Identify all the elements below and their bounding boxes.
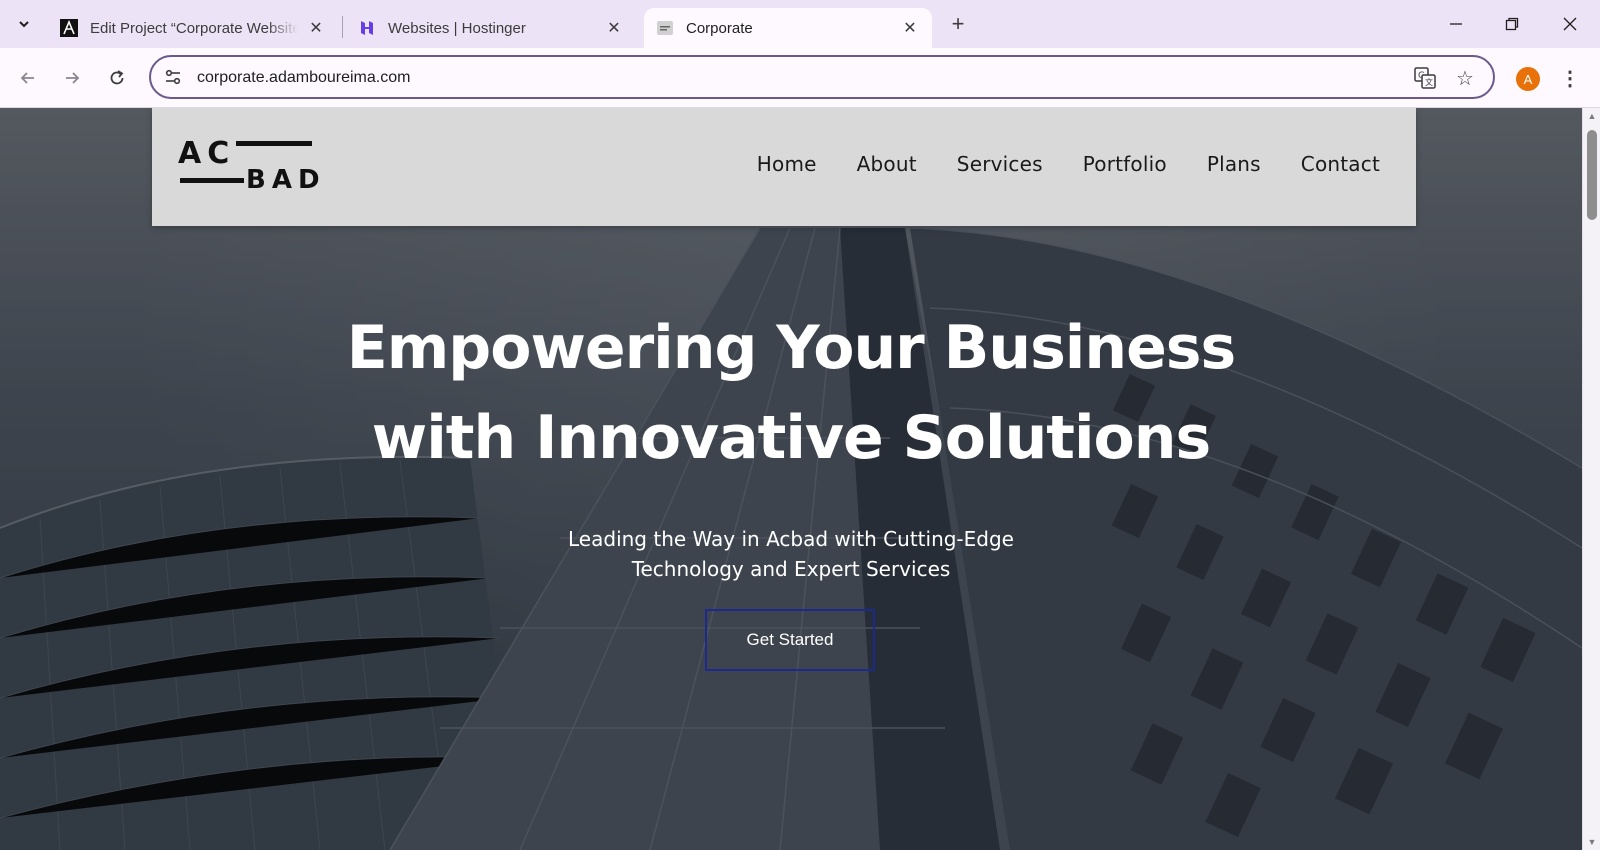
page-scrollbar[interactable]: ▲ ▼ — [1582, 108, 1600, 850]
logo-text-bottom: BAD — [246, 165, 326, 192]
back-button[interactable] — [12, 62, 44, 94]
close-icon[interactable]: ✕ — [306, 18, 326, 38]
bookmark-star-icon[interactable]: ☆ — [1453, 66, 1477, 90]
nav-portfolio[interactable]: Portfolio — [1083, 152, 1167, 176]
restore-button[interactable] — [1492, 8, 1532, 40]
tab-title: Websites | Hostinger — [388, 19, 526, 37]
site-info-icon[interactable] — [163, 67, 183, 87]
hero-title-line-1: Empowering Your Business — [346, 313, 1236, 383]
scroll-thumb[interactable] — [1587, 130, 1597, 220]
new-tab-button[interactable]: + — [944, 10, 972, 38]
hero-title-line-2: with Innovative Solutions — [371, 403, 1211, 473]
window-close-button[interactable] — [1550, 8, 1590, 40]
astra-logo-icon — [60, 19, 78, 37]
browser-toolbar: corporate.adamboureima.com G文 ☆ A ⋮ — [0, 48, 1600, 108]
hostinger-logo-icon — [358, 19, 376, 37]
minimize-icon — [1450, 23, 1462, 25]
nav-services[interactable]: Services — [957, 152, 1043, 176]
nav-about[interactable]: About — [857, 152, 917, 176]
scroll-up-icon[interactable]: ▲ — [1586, 110, 1598, 122]
nav-plans[interactable]: Plans — [1207, 152, 1261, 176]
hero-subtitle-line-2: Technology and Expert Services — [631, 557, 951, 581]
tab-divider — [342, 16, 343, 38]
chevron-down-icon — [19, 21, 29, 28]
hero-title: Empowering Your Business with Innovative… — [291, 303, 1291, 483]
restore-icon — [1505, 17, 1519, 31]
tab-edit-project[interactable]: Edit Project “Corporate Website ✕ — [48, 8, 338, 48]
tab-search-button[interactable] — [8, 8, 40, 40]
site-header: AC BAD Home About Services Portfolio Pla… — [152, 108, 1416, 226]
url-text[interactable]: corporate.adamboureima.com — [197, 69, 410, 87]
profile-avatar[interactable]: A — [1516, 67, 1540, 91]
nav-contact[interactable]: Contact — [1301, 152, 1380, 176]
scroll-down-icon[interactable]: ▼ — [1586, 836, 1598, 848]
nav-home[interactable]: Home — [757, 152, 817, 176]
tab-title: Corporate — [686, 19, 753, 37]
hero-subtitle: Leading the Way in Acbad with Cutting-Ed… — [491, 524, 1091, 584]
close-icon[interactable]: ✕ — [900, 18, 920, 38]
reload-button[interactable] — [101, 62, 133, 94]
hero-subtitle-line-1: Leading the Way in Acbad with Cutting-Ed… — [568, 527, 1014, 551]
close-icon[interactable]: ✕ — [604, 18, 624, 38]
address-bar[interactable]: corporate.adamboureima.com G文 ☆ — [149, 55, 1495, 99]
page-viewport: AC BAD Home About Services Portfolio Pla… — [0, 108, 1600, 850]
reload-icon — [110, 70, 124, 85]
forward-button[interactable] — [56, 62, 88, 94]
arrow-right-icon — [66, 72, 80, 84]
site-nav: Home About Services Portfolio Plans Cont… — [757, 152, 1380, 176]
svg-text:文: 文 — [1425, 77, 1433, 87]
arrow-left-icon — [20, 72, 34, 84]
logo-text-top: AC — [178, 136, 235, 171]
site-logo[interactable]: AC BAD — [178, 136, 328, 195]
tab-title: Edit Project “Corporate Website — [90, 19, 298, 37]
more-menu-icon[interactable]: ⋮ — [1560, 64, 1580, 92]
get-started-button[interactable]: Get Started — [705, 609, 875, 671]
close-icon — [1563, 17, 1577, 31]
translate-icon[interactable]: G文 — [1413, 66, 1437, 90]
tab-corporate[interactable]: Corporate ✕ — [644, 8, 932, 48]
tab-strip: Edit Project “Corporate Website ✕ Websit… — [0, 0, 1600, 48]
tab-hostinger[interactable]: Websites | Hostinger ✕ — [346, 8, 636, 48]
minimize-button[interactable] — [1436, 8, 1476, 40]
site-favicon-icon — [656, 19, 674, 37]
